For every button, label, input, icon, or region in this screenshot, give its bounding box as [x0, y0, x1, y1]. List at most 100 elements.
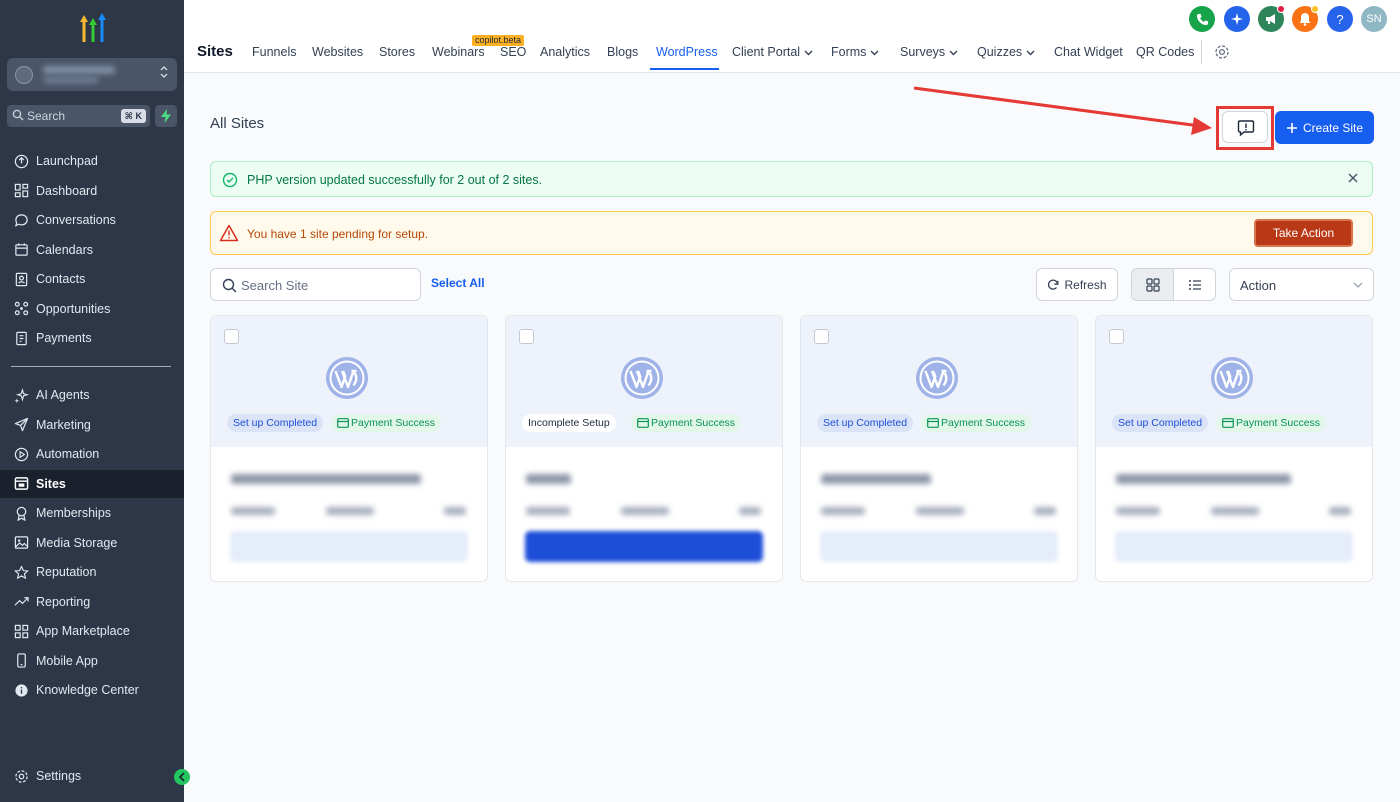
tab-qr-codes[interactable]: QR Codes	[1136, 45, 1194, 59]
sidebar-item-dashboard[interactable]: Dashboard	[0, 177, 184, 205]
help-button[interactable]: ?	[1327, 6, 1353, 32]
site-select-checkbox[interactable]	[519, 329, 534, 344]
account-switcher[interactable]	[7, 58, 177, 91]
sidebar-search[interactable]: Search ⌘ K	[7, 105, 150, 127]
sidebar-item-launchpad[interactable]: Launchpad	[0, 147, 184, 175]
tab-chat-widget[interactable]: Chat Widget	[1054, 45, 1123, 59]
site-select-checkbox[interactable]	[814, 329, 829, 344]
site-card-action-button[interactable]	[820, 531, 1058, 562]
sidebar-collapse-button[interactable]	[174, 769, 190, 785]
create-site-button[interactable]: Create Site	[1275, 111, 1374, 144]
sidebar-item-ai-agents[interactable]: AI Agents	[0, 381, 184, 409]
site-card-action-button[interactable]	[525, 531, 763, 562]
user-avatar[interactable]: SN	[1361, 6, 1387, 32]
account-avatar	[15, 66, 33, 84]
search-site-field[interactable]	[210, 268, 421, 301]
bell-icon	[1299, 13, 1311, 26]
take-action-button[interactable]: Take Action	[1254, 219, 1353, 247]
search-icon	[222, 278, 237, 293]
sidebar-item-sites[interactable]: Sites	[0, 469, 184, 498]
wordpress-logo-icon	[325, 356, 369, 400]
refresh-button[interactable]: Refresh	[1036, 268, 1118, 301]
site-meta-blurred	[444, 507, 466, 515]
quick-actions-button[interactable]	[155, 105, 177, 127]
notifications-button[interactable]	[1292, 5, 1319, 32]
launchpad-icon	[13, 153, 29, 169]
tab-websites[interactable]: Websites	[312, 45, 363, 59]
tab-wordpress[interactable]: WordPress	[656, 45, 718, 59]
payment-status-badge: Payment Success	[331, 414, 442, 432]
grid-view-button[interactable]	[1132, 269, 1174, 300]
credit-card-icon	[637, 418, 649, 428]
sidebar-item-marketing[interactable]: Marketing	[0, 411, 184, 439]
ai-sparkle-icon	[1231, 13, 1243, 25]
sidebar-item-label: Media Storage	[36, 535, 118, 550]
credit-card-icon	[1222, 418, 1234, 428]
dashboard-icon	[13, 183, 29, 199]
close-icon[interactable]	[1346, 171, 1360, 185]
sidebar-item-media-storage[interactable]: Media Storage	[0, 529, 184, 557]
tab-seo[interactable]: SEO	[500, 45, 526, 59]
tabs-separator	[1201, 40, 1202, 64]
settings-gear-icon[interactable]	[1214, 44, 1230, 60]
payment-status-badge: Payment Success	[921, 414, 1032, 432]
sidebar-item-reputation[interactable]: Reputation	[0, 558, 184, 586]
action-select[interactable]: Action	[1229, 268, 1374, 301]
tab-surveys[interactable]: Surveys	[900, 45, 958, 59]
gear-icon	[13, 768, 29, 784]
user-initials: SN	[1366, 13, 1382, 25]
announcements-button[interactable]	[1258, 5, 1285, 32]
wordpress-logo-icon	[620, 356, 664, 400]
sidebar-item-label: App Marketplace	[36, 624, 130, 638]
tab-blogs[interactable]: Blogs	[607, 45, 638, 59]
sidebar: Search ⌘ K Launchpad Dashboard Conversatio…	[0, 0, 190, 802]
site-card[interactable]: Incomplete Setup Payment Success	[505, 315, 783, 582]
site-card[interactable]: Set up Completed Payment Success	[800, 315, 1078, 582]
site-card[interactable]: Set up Completed Payment Success	[210, 315, 488, 582]
sidebar-item-conversations[interactable]: Conversations	[0, 206, 184, 234]
site-select-checkbox[interactable]	[224, 329, 239, 344]
site-card-action-button[interactable]	[230, 531, 468, 562]
sidebar-item-reporting[interactable]: Reporting	[0, 588, 184, 616]
tab-webinars[interactable]: Webinars	[432, 45, 485, 59]
sidebar-item-label: Mobile App	[36, 653, 98, 668]
sidebar-item-automation[interactable]: Automation	[0, 440, 184, 468]
sidebar-item-label: Reputation	[36, 565, 97, 579]
notification-dot	[1277, 5, 1285, 13]
page-section-title: Sites	[197, 43, 233, 60]
site-select-checkbox[interactable]	[1109, 329, 1124, 344]
calendar-icon	[13, 242, 29, 258]
select-all-link[interactable]: Select All	[431, 276, 485, 290]
tab-quizzes[interactable]: Quizzes	[977, 45, 1035, 59]
phone-button[interactable]	[1189, 6, 1215, 32]
setup-status-badge: Set up Completed	[817, 414, 914, 432]
sidebar-item-memberships[interactable]: Memberships	[0, 499, 184, 527]
site-card[interactable]: Set up Completed Payment Success	[1095, 315, 1373, 582]
chevron-down-icon	[870, 50, 879, 56]
sidebar-item-knowledge-center[interactable]: Knowledge Center	[0, 676, 184, 704]
site-name-blurred	[1116, 474, 1291, 484]
search-icon	[12, 109, 24, 121]
site-card-action-button[interactable]	[1115, 531, 1353, 562]
tab-client-portal[interactable]: Client Portal	[732, 45, 813, 59]
tab-forms[interactable]: Forms	[831, 45, 879, 59]
app-logo-icon[interactable]	[76, 12, 110, 44]
sidebar-item-label: Memberships	[36, 506, 112, 520]
ai-sparkle-icon	[13, 387, 29, 403]
sidebar-item-calendars[interactable]: Calendars	[0, 236, 184, 264]
tab-analytics[interactable]: Analytics	[540, 45, 590, 59]
sidebar-item-mobile-app[interactable]: Mobile App	[0, 647, 184, 675]
ai-assistant-button[interactable]	[1224, 6, 1250, 32]
search-site-input[interactable]	[241, 276, 411, 294]
tab-stores[interactable]: Stores	[379, 45, 415, 59]
chevron-down-icon	[1026, 50, 1035, 56]
chevron-left-icon	[178, 772, 185, 782]
sidebar-item-contacts[interactable]: Contacts	[0, 265, 184, 293]
sidebar-item-app-marketplace[interactable]: App Marketplace	[0, 617, 184, 645]
create-site-label: Create Site	[1302, 120, 1364, 135]
site-meta-blurred	[526, 507, 570, 515]
tab-funnels[interactable]: Funnels	[252, 45, 296, 59]
sidebar-item-payments[interactable]: Payments	[0, 324, 184, 352]
sidebar-item-opportunities[interactable]: Opportunities	[0, 295, 184, 323]
sidebar-item-settings[interactable]: Settings	[0, 762, 184, 790]
